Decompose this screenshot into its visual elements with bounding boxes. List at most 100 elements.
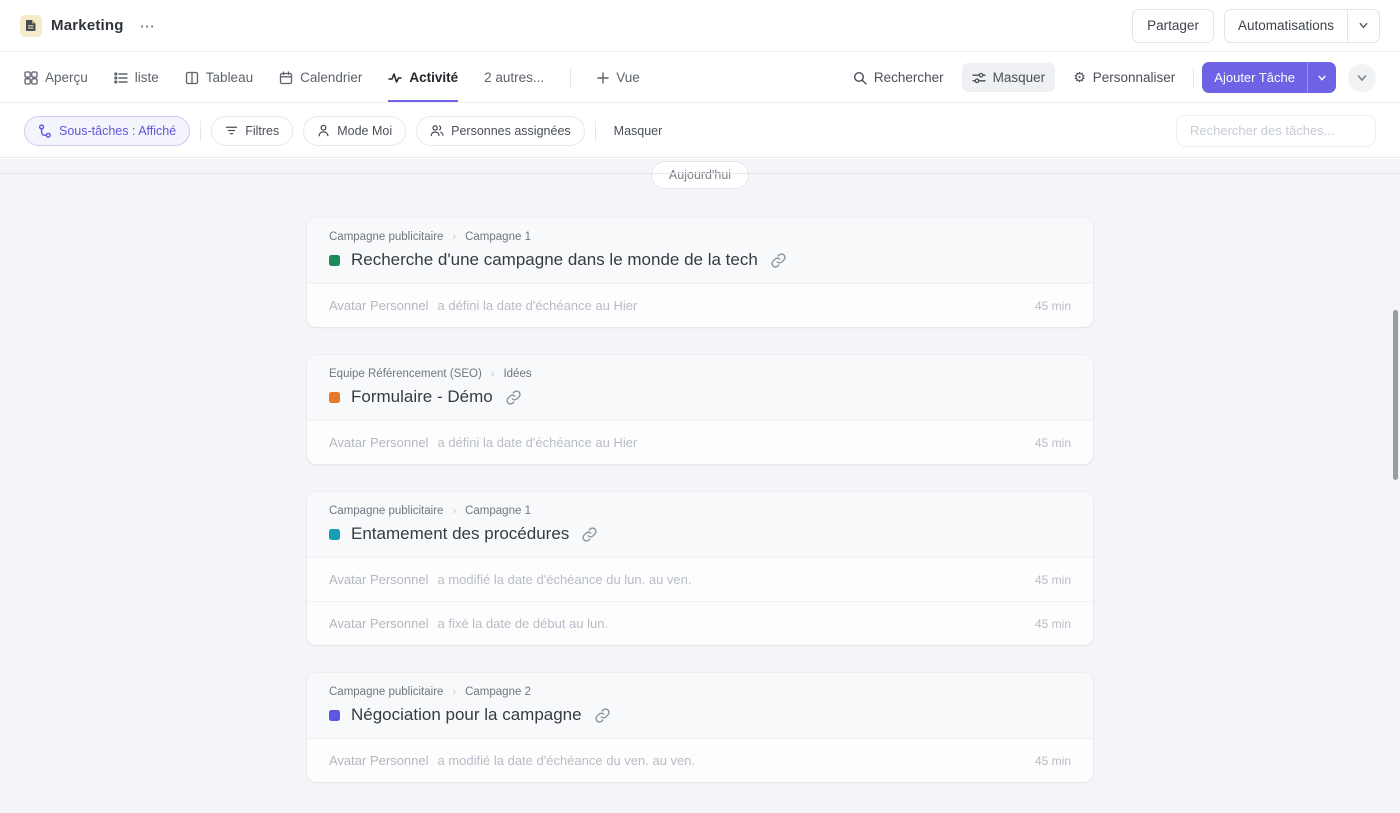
activity-author: Avatar Personnel [329, 572, 429, 587]
assignees-label: Personnes assignées [451, 124, 571, 138]
vertical-scrollbar[interactable] [1393, 310, 1398, 480]
divider [1193, 68, 1194, 88]
tab-overview[interactable]: Aperçu [24, 53, 88, 102]
task-status-icon[interactable] [329, 710, 340, 721]
activity-row[interactable]: Avatar Personnel a fixé la date de début … [307, 601, 1093, 645]
breadcrumb-item[interactable]: Campagne publicitaire [329, 686, 443, 698]
task-title[interactable]: Formulaire - Démo [351, 387, 493, 407]
activity-author: Avatar Personnel [329, 616, 429, 631]
add-view-button[interactable]: Vue [597, 53, 640, 102]
breadcrumb-item[interactable]: Equipe Référencement (SEO) [329, 368, 482, 380]
breadcrumb-separator: › [452, 505, 456, 517]
breadcrumb-separator: › [491, 368, 495, 380]
activity-row[interactable]: Avatar Personnela modifié la date d'éché… [307, 557, 1093, 601]
task-title-row: Recherche d'une campagne dans le monde d… [329, 250, 1071, 270]
filters-pill[interactable]: Filtres [211, 116, 293, 146]
today-pill[interactable]: Aujourd'hui [651, 161, 749, 189]
tab-calendar[interactable]: Calendrier [279, 53, 362, 102]
task-title[interactable]: Négociation pour la campagne [351, 705, 582, 725]
activity-row[interactable]: Avatar Personnel a modifié la date d'éché… [307, 738, 1093, 782]
divider [200, 121, 201, 141]
activity-action: a fixé la date de début au lun. [438, 616, 609, 631]
subtasks-filter-pill[interactable]: Sous-tâches : Affiché [24, 116, 190, 146]
task-status-icon[interactable] [329, 529, 340, 540]
breadcrumb-item[interactable]: Campagne publicitaire [329, 505, 443, 517]
search-button[interactable]: Rechercher [843, 63, 954, 92]
tab-label: liste [135, 70, 159, 85]
view-tab-bar: Aperçu liste Tableau Calendrier Activité… [0, 53, 1400, 103]
tab-label: Tableau [206, 70, 253, 85]
subtasks-filter-label: Sous-tâches : Affiché [59, 124, 176, 138]
chevron-down-icon[interactable] [1347, 10, 1379, 42]
breadcrumb-item[interactable]: Campagne 1 [465, 231, 531, 243]
more-views-button[interactable]: 2 autres... [484, 53, 544, 102]
filter-bar: Sous-tâches : Affiché Filtres Mode Moi P… [0, 104, 1400, 158]
activity-action: a défini la date d'échéance au Hier [438, 298, 638, 313]
add-task-label[interactable]: Ajouter Tâche [1202, 62, 1307, 93]
breadcrumb-separator: › [452, 686, 456, 698]
activity-timestamp: 45 min [1035, 754, 1071, 768]
activity-action: a modifié la date d'échéance du ven. au … [438, 753, 696, 768]
activity-author: Avatar Personnel [329, 753, 429, 768]
add-view-label: Vue [616, 70, 640, 85]
task-header[interactable]: Campagne publicitaire › Campagne 2 Négociat… [307, 673, 1093, 738]
divider [570, 68, 571, 88]
gear-icon: ⚙ [1073, 71, 1086, 85]
automations-label[interactable]: Automatisations [1225, 10, 1347, 42]
me-mode-label: Mode Moi [337, 124, 392, 138]
link-icon[interactable] [595, 708, 610, 723]
breadcrumb-item[interactable]: Idées [503, 368, 531, 380]
task-header[interactable]: Campagne publicitaire › Campagne 1 Entameme… [307, 492, 1093, 557]
activity-timestamp: 45 min [1035, 617, 1071, 631]
automations-button[interactable]: Automatisations [1224, 9, 1380, 43]
activity-card: Equipe Référencement (SEO) › Idées Formulai… [307, 355, 1093, 464]
breadcrumb: Campagne publicitaire › Campagne 2 [329, 686, 1071, 698]
tab-list[interactable]: liste [114, 53, 159, 102]
breadcrumb-item[interactable]: Campagne 1 [465, 505, 531, 517]
activity-timestamp: 45 min [1035, 573, 1071, 587]
assignees-pill[interactable]: Personnes assignées [416, 116, 585, 146]
task-header[interactable]: Equipe Référencement (SEO) › Idées Formulai… [307, 355, 1093, 420]
link-icon[interactable] [506, 390, 521, 405]
link-icon[interactable] [771, 253, 786, 268]
search-label: Rechercher [874, 70, 944, 85]
activity-feed: Campagne publicitaire›Campagne 1Recherch… [307, 218, 1093, 782]
tab-label: Aperçu [45, 70, 88, 85]
customize-button[interactable]: ⚙ Personnaliser [1063, 63, 1185, 92]
hide-closed-button[interactable]: Masquer [606, 124, 671, 138]
hide-label: Masquer [993, 70, 1046, 85]
task-title[interactable]: Recherche d'une campagne dans le monde d… [351, 250, 758, 270]
activity-row[interactable]: Avatar Personnela défini la date d'échéa… [307, 420, 1093, 464]
more-options-icon[interactable]: ⋯ [140, 17, 157, 35]
hide-button[interactable]: Masquer [962, 63, 1056, 92]
collapse-toolbar-button[interactable] [1348, 64, 1376, 92]
add-task-button[interactable]: Ajouter Tâche [1202, 62, 1336, 93]
task-search-input[interactable] [1176, 115, 1376, 147]
activity-stream: Aujourd'hui Campagne publicitaire›Campag… [0, 159, 1400, 813]
activity-author: Avatar Personnel [329, 298, 429, 313]
tab-board[interactable]: Tableau [185, 53, 253, 102]
activity-row[interactable]: Avatar Personnel a défini la date d'échéa… [307, 283, 1093, 327]
breadcrumb: Campagne publicitaire›Campagne 1 [329, 231, 1071, 243]
activity-action: a défini la date d'échéance au Hier [438, 435, 638, 450]
task-header[interactable]: Campagne publicitaire›Campagne 1 Recherch… [307, 218, 1093, 283]
view-tabs: Aperçu liste Tableau Calendrier Activité… [24, 53, 640, 102]
me-mode-pill[interactable]: Mode Moi [303, 116, 406, 146]
filters-label: Filtres [245, 124, 279, 138]
customize-label: Personnaliser [1093, 70, 1176, 85]
task-status-icon[interactable] [329, 392, 340, 403]
breadcrumb-item[interactable]: Campagne publicitaire [329, 231, 443, 243]
activity-timestamp: 45 min [1035, 299, 1071, 313]
tab-activity[interactable]: Activité [388, 53, 458, 102]
top-header: Marketing ⋯ Partager Automatisations [0, 0, 1400, 52]
tab-label: Calendrier [300, 70, 362, 85]
share-button[interactable]: Partager [1132, 9, 1214, 43]
breadcrumb-item[interactable]: Campagne 2 [465, 686, 531, 698]
link-icon[interactable] [582, 527, 597, 542]
task-status-icon[interactable] [329, 255, 340, 266]
task-title[interactable]: Entamement des procédures [351, 524, 569, 544]
add-task-chevron-icon[interactable] [1307, 62, 1336, 93]
activity-card: Campagne publicitaire›Campagne 1 Recherch… [307, 218, 1093, 327]
activity-card: Campagne publicitaire › Campagne 2 Négociat… [307, 673, 1093, 782]
task-title-row: Entamement des procédures [329, 524, 1071, 544]
